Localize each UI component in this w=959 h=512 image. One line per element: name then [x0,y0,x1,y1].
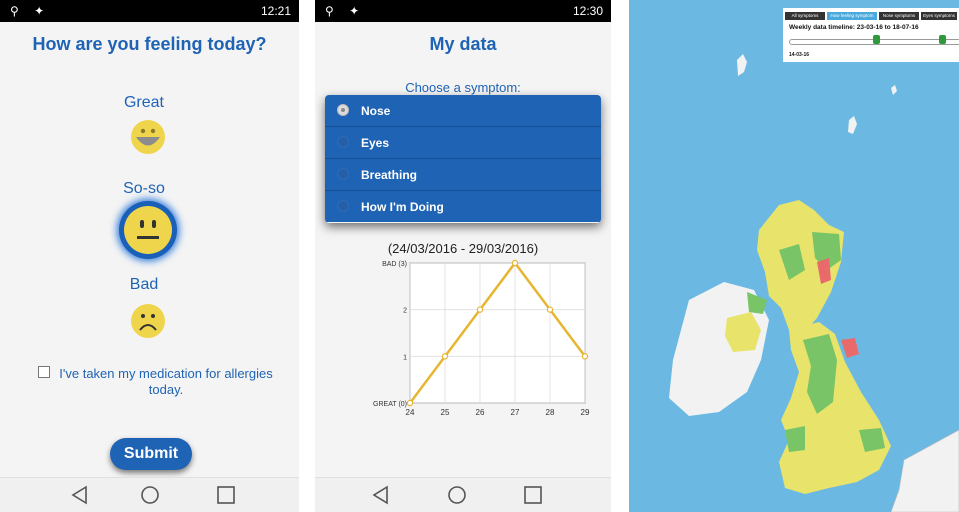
data-point [546,306,554,313]
radio-icon [337,200,349,212]
symptom-option-breathing[interactable]: Breathing [325,159,601,191]
region-red [841,338,859,358]
timeline-date-left: 14-03-16 [789,52,810,58]
submit-button[interactable]: Submit [110,438,192,470]
island [737,54,747,76]
choose-symptom-label: Choose a symptom: [405,80,521,95]
tab-how-feeling[interactable]: How feeling symptom [827,12,877,20]
tab-nose-symptoms[interactable]: Nose symptoms [879,12,919,20]
map-controls: All symptoms How feeling symptom Nose sy… [783,8,959,62]
page-title: My data [429,34,497,54]
y-tick-label: BAD (3) [382,261,407,268]
symptom-option-nose[interactable]: Nose [325,95,601,127]
status-bar: ⚲ ✦ 12:21 [0,0,299,22]
y-tick-label: 1 [403,354,407,361]
nav-bar [0,477,299,512]
tab-eyes-symptoms[interactable]: Eyes symptoms [921,12,957,20]
home-circle-icon[interactable] [138,484,162,506]
symptom-label: Eyes [361,136,390,150]
my-data-screen: ⚲ ✦ 12:30 My data Choose a symptom: Nose… [315,0,611,512]
symptom-label: Nose [361,104,391,118]
timeline-end-handle[interactable] [939,35,946,44]
uk-map[interactable] [629,0,959,512]
medication-label: I've taken my medication for allergies t… [59,366,273,397]
status-bar: ⚲ ✦ 12:30 [315,0,611,22]
england-region [779,322,891,494]
symptom-label: Breathing [361,168,418,182]
page-title: How are you feeling today? [32,34,267,54]
chart-title: (24/03/2016 - 29/03/2016) [387,241,539,256]
back-triangle-icon[interactable] [68,484,92,506]
home-circle-icon[interactable] [445,484,469,506]
data-point [406,399,414,407]
status-time: 12:21 [260,4,291,18]
status-time: 12:30 [572,4,603,18]
data-point [581,353,589,360]
radio-selected-icon [337,104,349,116]
back-triangle-icon[interactable] [369,484,393,506]
notification-icons: ⚲ ✦ [325,4,366,18]
uk-map-panel: All symptoms How feeling symptom Nose sy… [629,0,959,512]
radio-icon [337,136,349,148]
symptom-label: How I'm Doing [361,200,444,214]
x-tick-label: 29 [581,408,590,417]
neutral-face-icon[interactable] [124,206,172,254]
frown-face-icon[interactable] [131,304,165,338]
y-tick-label: GREAT (0) [373,401,407,408]
tab-all-symptoms[interactable]: All symptoms [785,12,825,20]
data-point [441,353,449,360]
x-tick-label: 28 [546,408,555,417]
recent-square-icon[interactable] [214,484,238,506]
symptom-line-chart: 24 25 26 27 28 29 GREAT (0) 1 2 BAD (3) [373,259,590,417]
plot-area [409,262,586,404]
timeline-start-handle[interactable] [873,35,880,44]
symptom-menu: Nose Eyes Breathing How I'm Doing [325,95,601,223]
notification-icons: ⚲ ✦ [10,4,51,18]
island [848,116,857,134]
x-tick-label: 27 [511,408,520,417]
feeling-screen: ⚲ ✦ 12:21 How are you feeling today? Gre… [0,0,299,512]
symptom-option-eyes[interactable]: Eyes [325,127,601,159]
radio-icon [337,168,349,180]
medication-row: I've taken my medication for allergies t… [38,366,278,398]
feeling-label-bad: Bad [129,276,159,293]
x-tick-label: 26 [476,408,485,417]
island [891,85,897,95]
data-point [476,306,484,313]
nav-bar [315,477,611,512]
big-smile-face-icon[interactable] [131,120,165,154]
y-tick-label: 2 [403,308,407,315]
recent-square-icon[interactable] [521,484,545,506]
feeling-label-great: Great [123,94,164,111]
symptom-option-how-doing[interactable]: How I'm Doing [325,191,601,222]
timeline-label: Weekly data timeline: 23-03-16 to 18-07-… [789,24,919,31]
x-tick-label: 25 [441,408,450,417]
data-point [511,259,519,267]
feeling-label-soso: So-so [123,180,165,197]
medication-checkbox[interactable] [38,366,50,378]
x-tick-label: 24 [406,408,415,417]
continent-landmass [890,429,959,512]
